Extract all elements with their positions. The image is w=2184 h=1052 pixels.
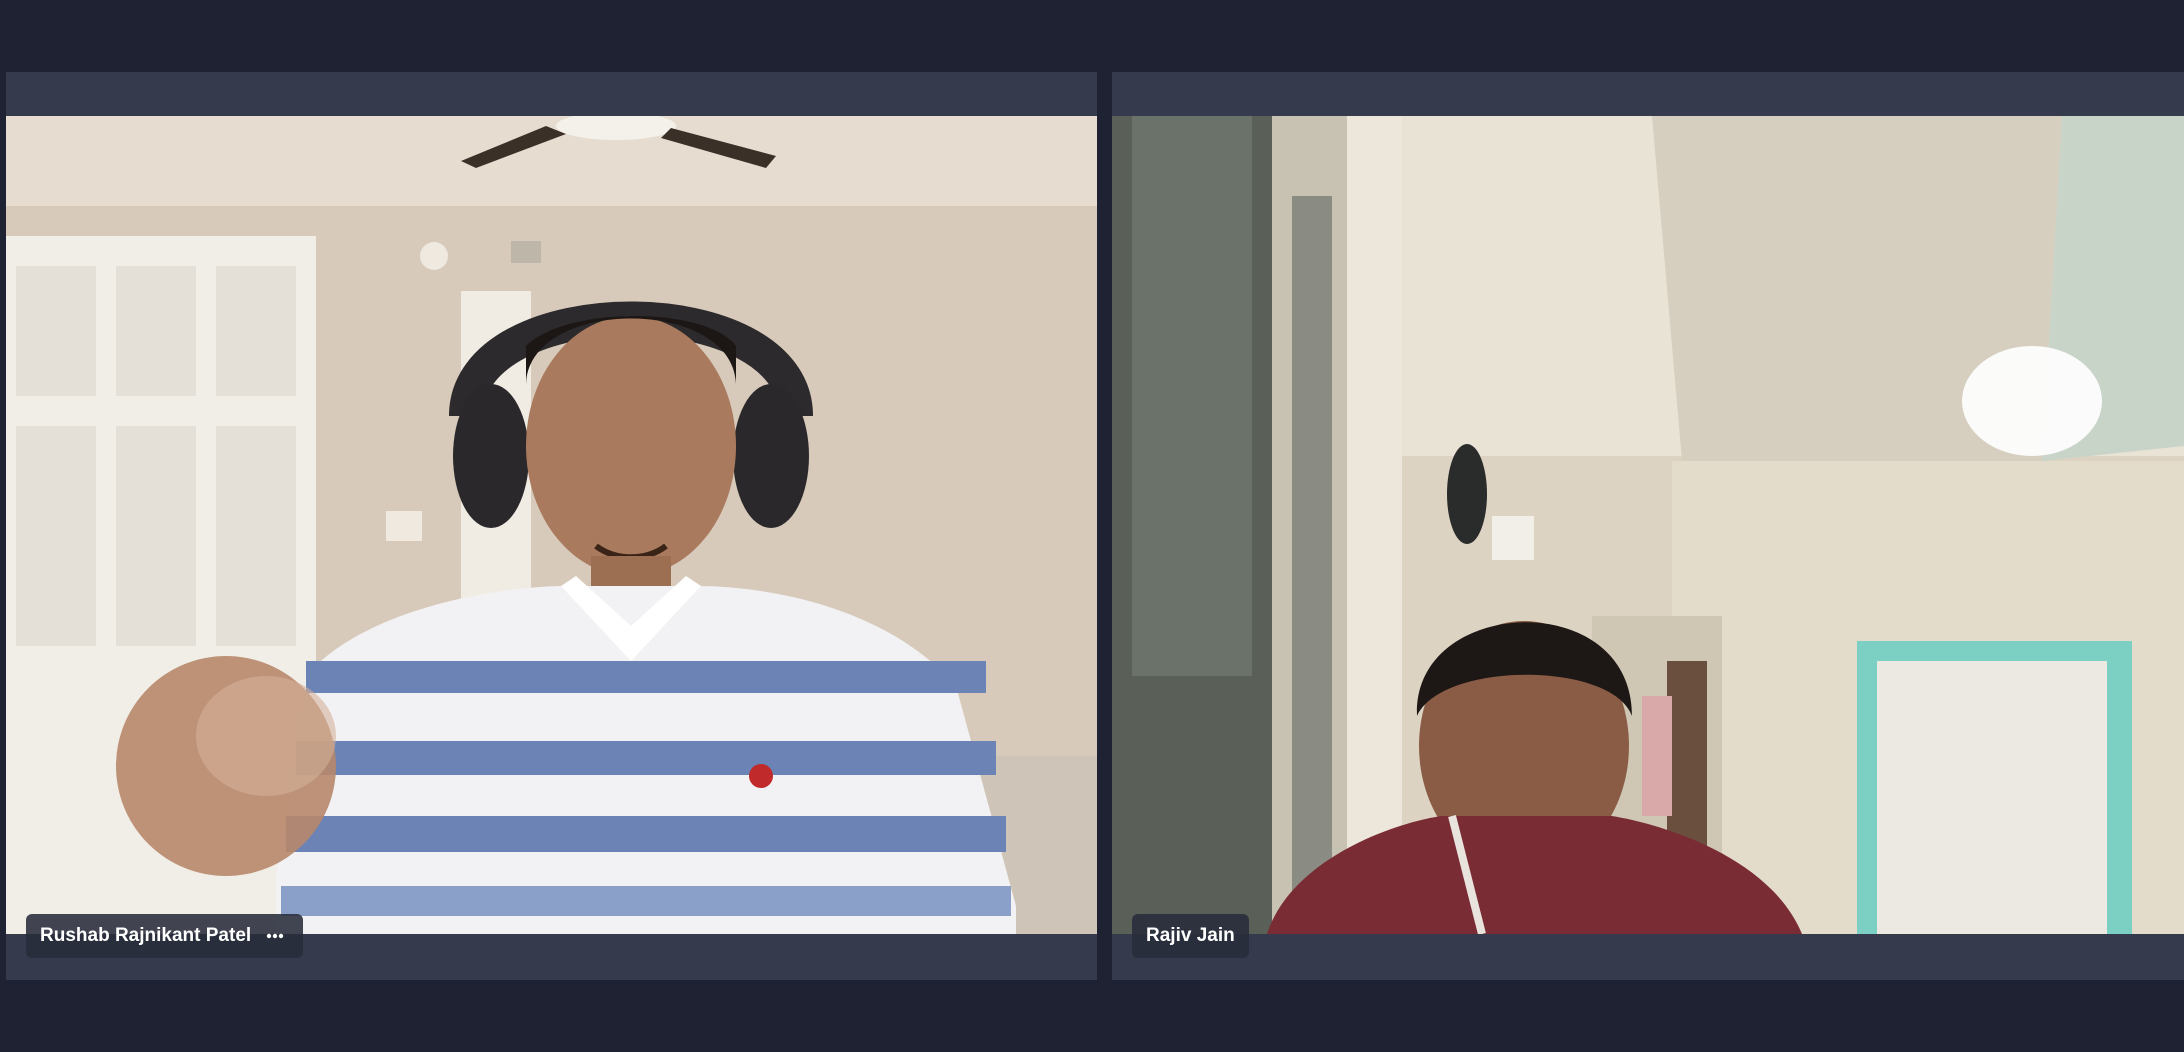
participant-tile-rushab[interactable]: Rushab Rajnikant Patel xyxy=(6,72,1097,980)
participant-video-rushab xyxy=(6,116,1097,934)
participant-name: Rajiv Jain xyxy=(1146,925,1235,946)
more-options-button[interactable] xyxy=(261,922,289,950)
video-feed-rushab xyxy=(6,116,1097,934)
participant-tile-rajiv[interactable]: Rajiv Jain xyxy=(1112,72,2184,980)
participant-video-rajiv xyxy=(1112,116,2184,934)
more-horizontal-icon xyxy=(266,933,284,939)
video-feed-rajiv xyxy=(1112,116,2184,934)
participant-name: Rushab Rajnikant Patel xyxy=(40,925,252,946)
participant-name-tag-rajiv: Rajiv Jain xyxy=(1132,914,1249,958)
participant-name-tag-rushab: Rushab Rajnikant Patel xyxy=(26,914,304,958)
meeting-stage: Rushab Rajnikant Patel Rajiv Jain xyxy=(0,0,2184,1052)
